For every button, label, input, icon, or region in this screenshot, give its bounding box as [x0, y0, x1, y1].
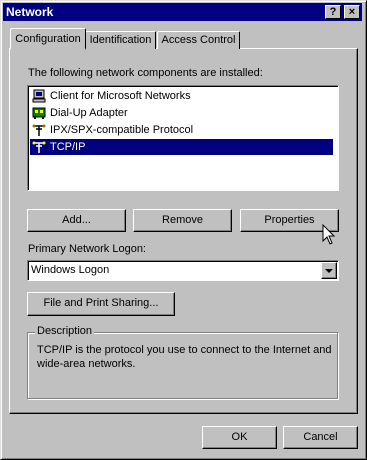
client-icon: [32, 89, 46, 103]
adapter-icon: [32, 106, 46, 120]
list-item-ipx[interactable]: IPX/SPX-compatible Protocol: [30, 122, 333, 138]
logon-label: Primary Network Logon:: [28, 243, 146, 255]
logon-value: Windows Logon: [31, 264, 110, 276]
tab-access-control[interactable]: Access Control: [157, 31, 240, 49]
list-item-label: Dial-Up Adapter: [50, 107, 128, 119]
remove-button[interactable]: Remove: [133, 209, 232, 232]
list-item-dialup[interactable]: Dial-Up Adapter: [30, 105, 333, 121]
components-label: The following network components are ins…: [28, 67, 263, 79]
list-item-tcpip[interactable]: TCP/IP: [30, 139, 333, 155]
list-item-label: IPX/SPX-compatible Protocol: [50, 124, 194, 136]
chevron-down-icon: [325, 269, 333, 273]
tab-configuration[interactable]: Configuration: [10, 28, 86, 50]
mouse-cursor-icon: [322, 223, 336, 249]
list-item-client[interactable]: Client for Microsoft Networks: [30, 88, 333, 104]
cancel-button[interactable]: Cancel: [283, 426, 358, 449]
add-button[interactable]: Add...: [27, 209, 126, 232]
tab-identification[interactable]: Identification: [85, 31, 156, 49]
close-button[interactable]: ×: [344, 5, 360, 19]
ok-button[interactable]: OK: [202, 426, 277, 449]
title-bar[interactable]: Network ? ×: [3, 3, 362, 21]
list-item-label: TCP/IP: [50, 141, 86, 153]
logon-select[interactable]: Windows Logon: [27, 260, 339, 281]
protocol-icon: [32, 123, 46, 137]
window-title: Network: [6, 5, 54, 19]
protocol-icon: [32, 140, 46, 154]
file-print-sharing-button[interactable]: File and Print Sharing...: [27, 292, 175, 316]
components-list[interactable]: Client for Microsoft Networks Dial-Up Ad…: [27, 85, 339, 191]
list-item-label: Client for Microsoft Networks: [50, 90, 191, 102]
description-text: TCP/IP is the protocol you use to connec…: [37, 344, 332, 370]
dropdown-button[interactable]: [321, 262, 337, 279]
description-title: Description: [35, 325, 95, 337]
help-button[interactable]: ?: [325, 5, 341, 19]
tab-configuration-label: Configuration: [15, 33, 81, 45]
